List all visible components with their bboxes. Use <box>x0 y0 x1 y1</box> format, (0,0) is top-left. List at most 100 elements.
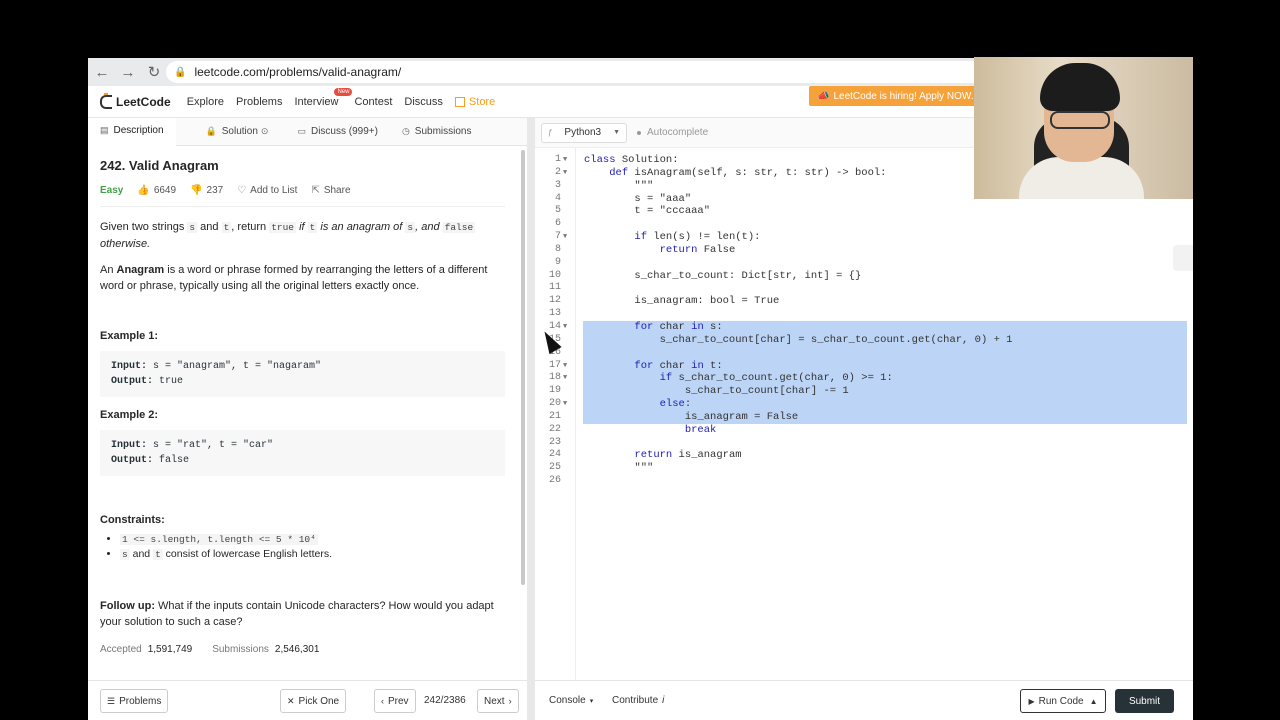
next-button[interactable]: Next › <box>477 689 519 713</box>
code-text: return False <box>659 243 736 256</box>
chevron-right-icon: › <box>508 696 512 706</box>
code-text: s_char_to_count[char] -= 1 <box>584 385 849 398</box>
code-line[interactable]: 10 s_char_to_count: Dict[str, int] = {} <box>535 270 1193 283</box>
line-number: 5 <box>554 205 561 217</box>
lock-icon: 🔒 <box>174 66 187 78</box>
forward-icon[interactable]: → <box>116 60 140 84</box>
line-number: 18 <box>548 372 561 384</box>
hiring-banner[interactable]: 📣 LeetCode is hiring! Apply NOW. <box>809 86 984 106</box>
code-line[interactable]: 18 ▼ if s_char_to_count.get(char, 0) >= 1… <box>535 372 1193 385</box>
nav-discuss[interactable]: Discuss <box>404 96 443 108</box>
line-number: 9 <box>554 256 561 268</box>
line-number: 11 <box>548 282 561 294</box>
code-text: for char in s: <box>634 320 723 333</box>
code-line[interactable]: 11 <box>535 282 1193 295</box>
code-line[interactable]: 12 is_anagram: bool = True <box>535 295 1193 308</box>
code-line[interactable]: 7 ▼ if len(s) != len(t): <box>535 231 1193 244</box>
caret-up-icon: ▲ <box>1089 696 1098 706</box>
code-line[interactable]: 15 s_char_to_count[char] = s_char_to_cou… <box>535 334 1193 347</box>
fold-toggle-icon[interactable]: ▼ <box>563 154 567 167</box>
submit-button[interactable]: Submit <box>1115 689 1174 713</box>
fold-toggle-icon[interactable]: ▼ <box>563 360 567 373</box>
dislike-button[interactable]: 👎 237 <box>190 185 223 196</box>
like-button[interactable]: 👍 6649 <box>137 185 176 196</box>
code-text: is_anagram = False <box>584 410 799 423</box>
code-text: s_char_to_count[char] = s_char_to_count.… <box>584 333 1013 346</box>
code-editor-panel: ƒ Python3 ▼ Autocomplete 1 ▼ class Solutio… <box>535 118 1193 720</box>
code-line[interactable]: 25 """ <box>535 462 1193 475</box>
nav-store[interactable]: Store <box>454 96 495 108</box>
prev-button[interactable]: ‹ Prev <box>374 689 416 713</box>
problem-stats: Accepted 1,591,749 Submissions 2,546,301 <box>100 644 320 655</box>
url-bar[interactable]: 🔒 leetcode.com/problems/valid-anagram/ <box>166 61 1066 83</box>
pick-one-button[interactable]: ✕ Pick One <box>280 689 347 713</box>
code-area[interactable]: 1 ▼ class Solution: 2 ▼ def isAnagram(self, … <box>535 154 1193 488</box>
code-line[interactable]: 17 ▼ for char in t: <box>535 360 1193 373</box>
code-line[interactable]: 23 <box>535 437 1193 450</box>
code-line[interactable]: 24 return is_anagram <box>535 449 1193 462</box>
back-icon[interactable]: ← <box>90 60 114 84</box>
heart-icon: ♡ <box>237 185 247 196</box>
url-text: leetcode.com/problems/valid-anagram/ <box>194 65 402 79</box>
code-line[interactable]: 8 return False <box>535 244 1193 257</box>
line-number: 1 <box>554 154 561 165</box>
reload-icon[interactable]: ↻ <box>142 60 166 84</box>
fold-toggle-icon[interactable]: ▼ <box>563 398 567 411</box>
line-number: 7 <box>554 231 561 243</box>
fold-toggle-icon[interactable]: ▼ <box>563 167 567 180</box>
code-line[interactable]: 14 ▼ for char in s: <box>535 321 1193 334</box>
tab-discuss[interactable]: ▭ Discuss (999+) <box>285 118 389 146</box>
thumbs-up-icon: 👍 <box>137 185 150 196</box>
nav-explore[interactable]: Explore <box>187 96 224 108</box>
follow-up: Follow up: What if the inputs contain Un… <box>100 600 494 628</box>
tab-description[interactable]: ▤ Description <box>88 117 176 146</box>
code-line[interactable]: 5 t = "cccaaa" <box>535 205 1193 218</box>
code-line[interactable]: 22 break <box>535 424 1193 437</box>
line-number: 8 <box>554 243 561 255</box>
language-select[interactable]: ƒ Python3 ▼ <box>541 122 627 143</box>
tab-submissions[interactable]: ◷ Submissions <box>390 118 484 146</box>
code-text: is_anagram: bool = True <box>584 295 780 308</box>
play-circle-icon: ⊙ <box>260 126 269 136</box>
constraint-item: s and t consist of lowercase English let… <box>120 547 505 562</box>
line-number: 2 <box>554 166 561 178</box>
difficulty-badge: Easy <box>100 185 124 196</box>
line-number: 13 <box>548 308 561 320</box>
code-line[interactable]: 20 ▼ else: <box>535 398 1193 411</box>
play-icon: ▶ <box>1028 696 1035 706</box>
code-line[interactable]: 9 <box>535 257 1193 270</box>
problem-meta: Easy 👍 6649 👎 237 ♡ Add to List ⇱ Share <box>100 185 505 207</box>
list-icon: ☰ <box>107 695 116 706</box>
nav-problems[interactable]: Problems <box>236 96 282 108</box>
tab-solution[interactable]: 🔒 Solution ⊙ <box>194 118 286 146</box>
code-text: for char in t: <box>634 359 723 372</box>
nav-contest[interactable]: Contest <box>354 96 392 108</box>
fold-toggle-icon[interactable]: ▼ <box>563 372 567 385</box>
share-icon: ⇱ <box>311 185 320 196</box>
run-code-button[interactable]: ▶ Run Code ▲ <box>1020 689 1106 713</box>
code-line[interactable]: 6 <box>535 218 1193 231</box>
description-scrollbar[interactable] <box>521 150 525 585</box>
code-line[interactable]: 19 s_char_to_count[char] -= 1 <box>535 385 1193 398</box>
example-2-title: Example 2: <box>100 409 159 421</box>
problems-button[interactable]: ☰ Problems <box>100 689 169 713</box>
autocomplete-toggle[interactable]: Autocomplete <box>637 127 708 138</box>
add-to-list-button[interactable]: ♡ Add to List <box>237 185 297 196</box>
contribute-link[interactable]: Contribute i <box>612 695 664 706</box>
side-tool-button[interactable] <box>1173 245 1193 271</box>
code-line[interactable]: 21 is_anagram = False <box>535 411 1193 424</box>
panel-splitter[interactable] <box>527 118 535 720</box>
console-toggle[interactable]: Console ▾ <box>549 695 593 706</box>
code-line[interactable]: 13 <box>535 308 1193 321</box>
share-button[interactable]: ⇱ Share <box>311 185 350 196</box>
fold-toggle-icon[interactable]: ▼ <box>563 231 567 244</box>
leetcode-logo[interactable]: LeetCode <box>100 92 171 109</box>
code-text: """ <box>584 462 654 475</box>
line-number: 4 <box>554 192 561 204</box>
code-text: else: <box>659 398 692 411</box>
problem-title: 242. Valid Anagram <box>100 158 219 173</box>
code-line[interactable]: 26 <box>535 475 1193 488</box>
fold-toggle-icon[interactable]: ▼ <box>563 321 567 334</box>
nav-interview[interactable]: Interview New <box>294 87 353 108</box>
code-line[interactable]: 16 <box>535 347 1193 360</box>
